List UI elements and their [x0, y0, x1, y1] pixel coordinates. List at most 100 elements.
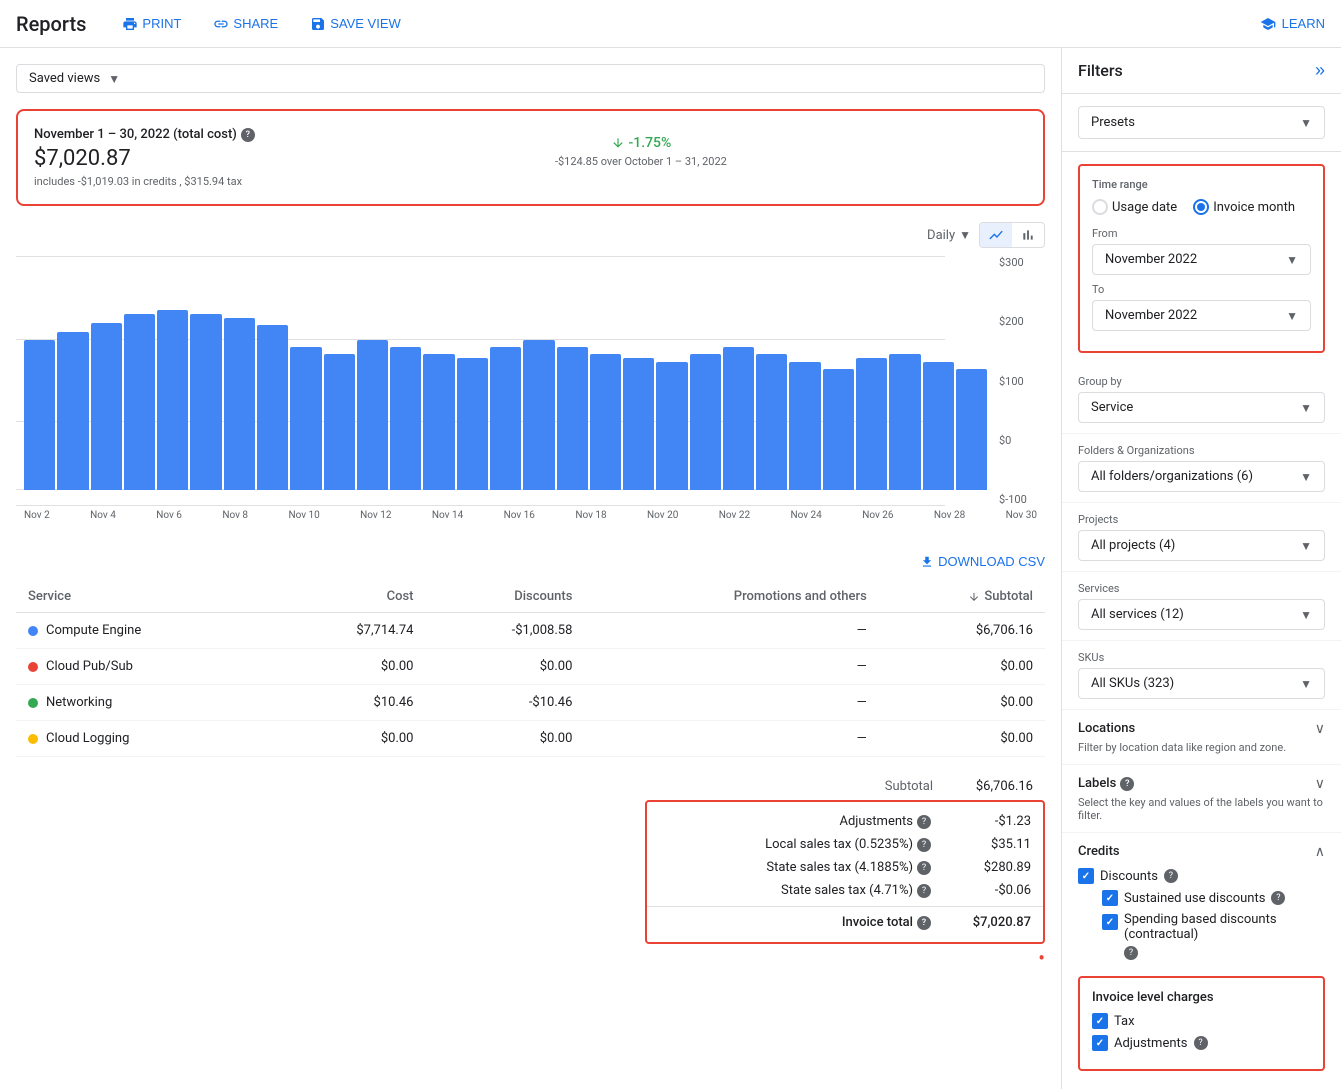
tax-checkbox[interactable] — [1092, 1013, 1108, 1029]
bar[interactable] — [690, 354, 721, 490]
bar[interactable] — [723, 347, 754, 490]
sustained-use-help-icon[interactable]: ? — [1271, 891, 1285, 905]
spending-based-checkbox[interactable] — [1102, 914, 1118, 930]
invoice-month-radio[interactable] — [1193, 199, 1209, 215]
subtotal-value: $6,706.16 — [933, 779, 1033, 794]
learn-button[interactable]: LEARN — [1260, 16, 1325, 32]
bar[interactable] — [423, 354, 454, 490]
labels-title: Labels ? — [1078, 776, 1134, 791]
share-icon — [213, 16, 229, 32]
bar-chart-button[interactable] — [1012, 223, 1044, 247]
bar[interactable] — [157, 310, 188, 490]
bar[interactable] — [756, 354, 787, 490]
credits-toggle-button[interactable]: ∧ — [1315, 843, 1325, 860]
bar[interactable] — [523, 340, 554, 490]
col-service: Service — [16, 581, 273, 613]
down-arrow-icon — [611, 136, 625, 150]
state-tax1-help-icon[interactable]: ? — [917, 861, 931, 875]
bar[interactable] — [457, 358, 488, 490]
local-tax-row: Local sales tax (0.5235%) ? $35.11 — [647, 833, 1043, 856]
group-by-dropdown[interactable]: Service ▼ — [1078, 392, 1325, 423]
bar[interactable] — [856, 358, 887, 490]
presets-dropdown[interactable]: Presets ▼ — [1078, 106, 1325, 139]
chevron-down-icon: ▼ — [1300, 539, 1312, 553]
bar[interactable] — [290, 347, 321, 490]
sustained-use-checkbox[interactable] — [1102, 890, 1118, 906]
to-row: To November 2022 ▼ — [1092, 283, 1311, 331]
invoice-month-option[interactable]: Invoice month — [1193, 199, 1295, 215]
chart-controls: Daily ▼ — [16, 222, 1045, 248]
bar[interactable] — [91, 323, 122, 490]
skus-section: SKUs All SKUs (323) ▼ — [1062, 641, 1341, 710]
folders-dropdown[interactable]: All folders/organizations (6) ▼ — [1078, 461, 1325, 492]
red-dot-row: • — [16, 948, 1045, 968]
labels-toggle-button[interactable]: ∨ — [1315, 775, 1325, 792]
table-body: Compute Engine $7,714.74 -$1,008.58 — $6… — [16, 613, 1045, 757]
bar[interactable] — [24, 340, 55, 490]
bar[interactable] — [590, 354, 621, 490]
invoice-charges-title: Invoice level charges — [1092, 990, 1311, 1005]
bar[interactable] — [623, 358, 654, 490]
bar[interactable] — [224, 318, 255, 490]
labels-section: Labels ? ∨ Select the key and values of … — [1062, 765, 1341, 833]
invoice-total-help-icon[interactable]: ? — [917, 916, 931, 930]
discounts-help-icon[interactable]: ? — [1164, 869, 1178, 883]
bar[interactable] — [357, 340, 388, 490]
bar[interactable] — [656, 362, 687, 490]
services-dropdown[interactable]: All services (12) ▼ — [1078, 599, 1325, 630]
adjustments-checkbox[interactable] — [1092, 1035, 1108, 1051]
service-dot — [28, 626, 38, 636]
bar[interactable] — [257, 325, 288, 490]
red-dot-indicator: • — [1038, 948, 1045, 968]
adjustments-label: Adjustments — [840, 814, 914, 829]
adjustments-help-icon[interactable]: ? — [917, 815, 931, 829]
discounts-checkbox[interactable] — [1078, 868, 1094, 884]
bar[interactable] — [124, 314, 155, 490]
x-label: Nov 12 — [360, 510, 391, 521]
line-chart-button[interactable] — [980, 223, 1012, 247]
chart-view-toggle — [979, 222, 1045, 248]
chevron-down-icon: ▼ — [1300, 677, 1312, 691]
spending-based-help-icon[interactable]: ? — [1124, 946, 1138, 960]
usage-date-radio[interactable] — [1092, 199, 1108, 215]
col-promotions: Promotions and others — [584, 581, 878, 613]
x-label: Nov 18 — [575, 510, 606, 521]
skus-dropdown[interactable]: All SKUs (323) ▼ — [1078, 668, 1325, 699]
bar[interactable] — [190, 314, 221, 490]
summary-title: November 1 – 30, 2022 (total cost) ? — [34, 127, 255, 142]
bars-container — [16, 270, 995, 490]
adjustments-filter-help-icon[interactable]: ? — [1194, 1036, 1208, 1050]
share-button[interactable]: SHARE — [201, 10, 290, 38]
download-csv-button[interactable]: DOWNLOAD CSV — [920, 554, 1045, 569]
summary-help-icon[interactable]: ? — [241, 128, 255, 142]
bar[interactable] — [57, 332, 88, 490]
download-row: DOWNLOAD CSV — [16, 554, 1045, 569]
state-tax2-help-icon[interactable]: ? — [917, 884, 931, 898]
bar[interactable] — [823, 369, 854, 490]
save-view-button[interactable]: SAVE VIEW — [298, 10, 413, 38]
service-cell: Cloud Logging — [16, 721, 273, 757]
projects-dropdown[interactable]: All projects (4) ▼ — [1078, 530, 1325, 561]
bar[interactable] — [390, 347, 421, 490]
locations-toggle-button[interactable]: ∨ — [1315, 720, 1325, 737]
usage-date-option[interactable]: Usage date — [1092, 199, 1177, 215]
projects-section: Projects All projects (4) ▼ — [1062, 503, 1341, 572]
labels-help-icon[interactable]: ? — [1120, 777, 1134, 791]
daily-dropdown[interactable]: Daily ▼ — [927, 228, 971, 243]
bar[interactable] — [324, 354, 355, 490]
bar[interactable] — [889, 354, 920, 490]
from-dropdown[interactable]: November 2022 ▼ — [1092, 244, 1311, 275]
filters-collapse-button[interactable]: » — [1315, 60, 1325, 81]
from-label: From — [1092, 227, 1311, 240]
local-tax-help-icon[interactable]: ? — [917, 838, 931, 852]
local-tax-label: Local sales tax (0.5235%) — [765, 837, 913, 852]
bar[interactable] — [557, 347, 588, 490]
to-dropdown[interactable]: November 2022 ▼ — [1092, 300, 1311, 331]
bar[interactable] — [490, 347, 521, 490]
print-button[interactable]: PRINT — [110, 10, 193, 38]
bar[interactable] — [789, 362, 820, 490]
saved-views-dropdown[interactable]: Saved views ▼ — [16, 64, 1045, 93]
bar[interactable] — [956, 369, 987, 490]
invoice-charges-section: Invoice level charges Tax Adjustments ? — [1078, 976, 1325, 1071]
bar[interactable] — [923, 362, 954, 490]
